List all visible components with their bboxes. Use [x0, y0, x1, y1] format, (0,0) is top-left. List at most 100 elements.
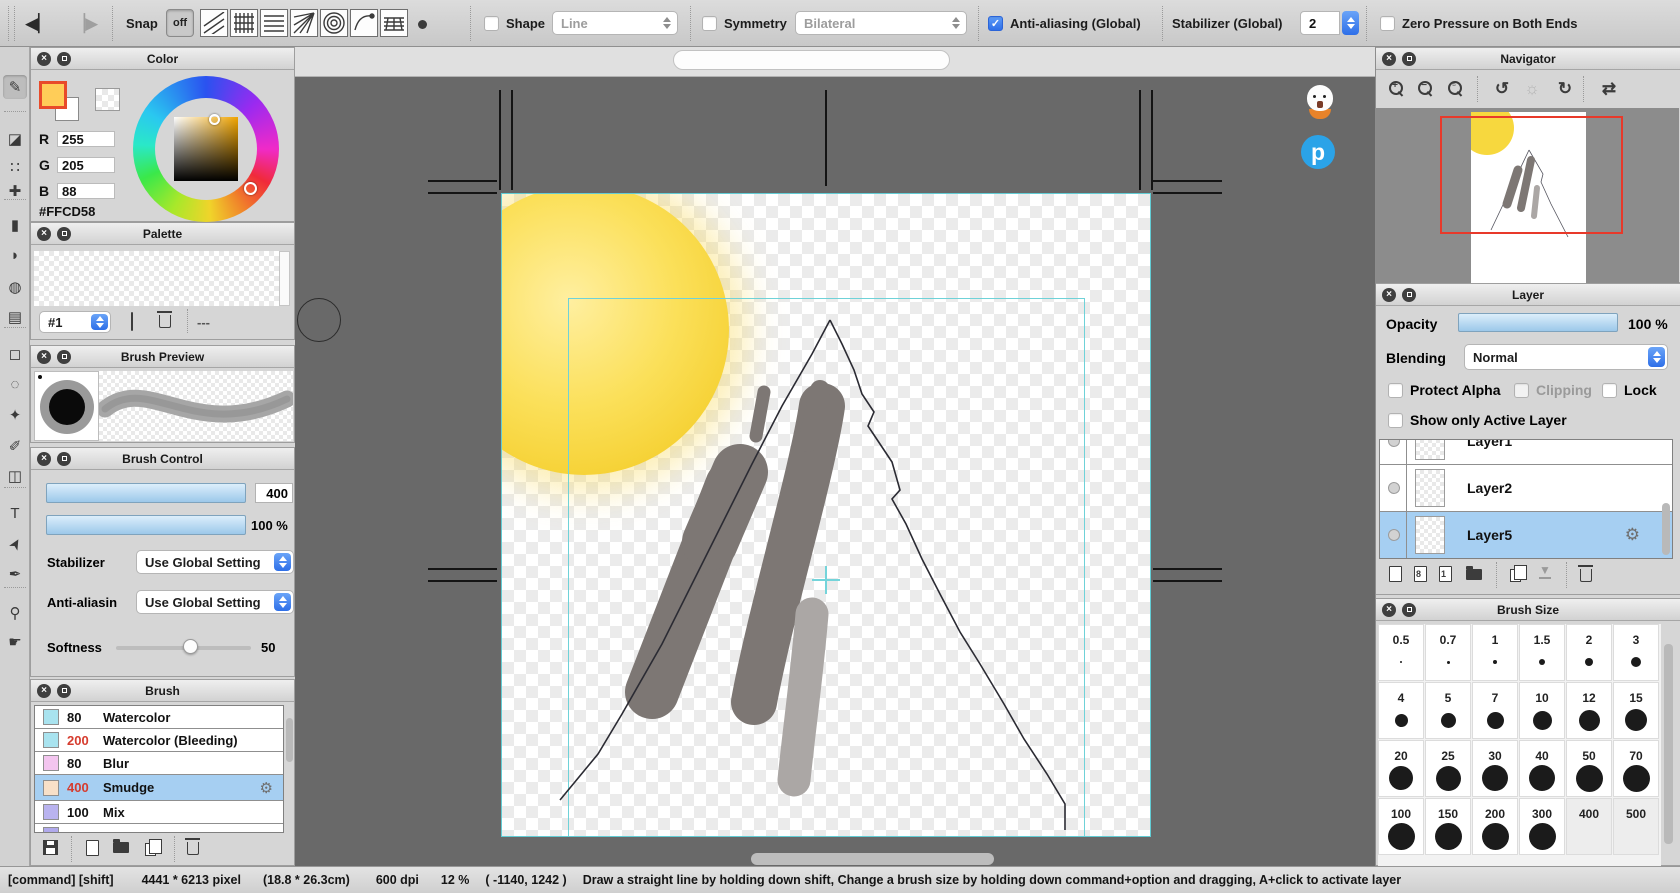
brush-size-cell-1[interactable]: 1 [1472, 624, 1518, 681]
layer-new-1bit-button[interactable] [1439, 566, 1452, 582]
g-value[interactable]: 205 [57, 157, 115, 173]
brush-size-cell-400[interactable]: 400 [1566, 798, 1612, 855]
redo-button[interactable]: ▕▶ [72, 0, 98, 47]
snap-cross-button[interactable] [230, 9, 258, 37]
layer-visibility-icon[interactable] [1388, 439, 1400, 447]
rotate-reset-icon[interactable]: ☼ [1519, 76, 1545, 102]
snap-vanishing-button[interactable] [290, 9, 318, 37]
brush-size-cell-200[interactable]: 200 [1472, 798, 1518, 855]
shape-checkbox[interactable]: Shape [484, 0, 545, 47]
snap-perspective-button[interactable] [380, 9, 408, 37]
palette-new-button[interactable] [131, 313, 133, 331]
palette-selector[interactable]: #1 [39, 311, 111, 333]
red-field[interactable]: R 255 [39, 131, 115, 147]
brush-size-cell-7[interactable]: 7 [1472, 682, 1518, 739]
r-value[interactable]: 255 [57, 131, 115, 147]
clipping-checkbox[interactable]: Clipping [1514, 382, 1592, 398]
layer-folder-button[interactable] [1466, 565, 1482, 580]
layer-visibility-icon[interactable] [1388, 529, 1400, 541]
brush-row-smudge[interactable]: 400Smudge⚙ [35, 775, 283, 801]
detach-icon[interactable] [57, 52, 71, 66]
alpaca-mascot-icon[interactable] [1305, 85, 1335, 119]
undo-button[interactable]: ◀▏ [25, 0, 51, 47]
symmetry-select[interactable]: Bilateral [795, 11, 967, 35]
brush-opacity-slider[interactable] [46, 515, 246, 535]
brush-size-cell-30[interactable]: 30 [1472, 740, 1518, 797]
brush-size-cell-20[interactable]: 20 [1378, 740, 1424, 797]
brush-size-cell-10[interactable]: 10 [1519, 682, 1565, 739]
rotate-cw-icon[interactable]: ↻ [1552, 76, 1578, 102]
canvas-bottom-scrollbar[interactable] [751, 853, 994, 865]
layer-visibility-icon[interactable] [1388, 482, 1400, 494]
canvas-document[interactable] [502, 194, 1150, 836]
brush-row-blur[interactable]: 80Blur [35, 752, 283, 775]
magic-wand-tool[interactable]: ✦ [3, 403, 27, 427]
brush-size-scrollbar[interactable] [1664, 644, 1673, 844]
antialias-checkbox[interactable]: ✓ Anti-aliasing (Global) [988, 0, 1141, 47]
layer-row-layer2[interactable]: Layer2 [1380, 465, 1672, 512]
snap-curve-button[interactable] [350, 9, 378, 37]
brush-duplicate-button[interactable] [145, 843, 156, 856]
layer-list-scrollbar[interactable] [1662, 503, 1670, 555]
select-move-tool[interactable]: ◫ [3, 464, 27, 488]
brush-size-value[interactable]: 400 [255, 483, 293, 503]
show-only-active-checkbox[interactable]: Show only Active Layer [1388, 412, 1567, 428]
navigator-viewport-rect[interactable] [1440, 116, 1623, 234]
scrollbar-thumb[interactable] [673, 50, 950, 70]
pixiv-logo-icon[interactable]: p [1301, 135, 1335, 169]
close-icon[interactable]: × [37, 452, 51, 466]
brush-folder-button[interactable] [113, 838, 129, 853]
saturation-value-box[interactable] [174, 117, 238, 181]
blue-field[interactable]: B 88 [39, 183, 115, 199]
green-field[interactable]: G 205 [39, 157, 115, 173]
detach-icon[interactable] [57, 684, 71, 698]
hue-handle[interactable] [244, 182, 257, 195]
hand-tool[interactable]: ☛ [3, 630, 27, 654]
fill-rect-tool[interactable]: ▮ [3, 213, 27, 237]
canvas-top-scrollbar[interactable] [295, 47, 1375, 77]
foreground-color-swatch[interactable] [39, 81, 67, 109]
zoom-in-icon[interactable]: + [1384, 76, 1410, 102]
snap-parallel-button[interactable] [200, 9, 228, 37]
select-rect-tool[interactable]: ◻ [3, 342, 27, 366]
layer-delete-button[interactable] [1580, 565, 1592, 582]
canvas-area[interactable]: p [295, 47, 1375, 866]
softness-slider-knob[interactable] [183, 639, 198, 654]
eyedropper-tool[interactable]: ⚲ [3, 601, 27, 625]
sv-handle[interactable] [209, 114, 220, 125]
detach-icon[interactable] [1402, 288, 1416, 302]
symmetry-checkbox[interactable]: Symmetry [702, 0, 787, 47]
brush-row-watercolor-bleeding-[interactable]: 200Watercolor (Bleeding) [35, 729, 283, 752]
detach-icon[interactable] [57, 227, 71, 241]
gear-icon[interactable]: ⚙ [1625, 525, 1640, 545]
b-value[interactable]: 88 [57, 183, 115, 199]
navigator-thumbnail[interactable] [1376, 108, 1679, 283]
brush-list-scrollbar[interactable] [286, 718, 293, 762]
close-icon[interactable]: × [37, 227, 51, 241]
brush-size-cell-0.7[interactable]: 0.7 [1425, 624, 1471, 681]
detach-icon[interactable] [57, 452, 71, 466]
snap-concentric-button[interactable] [320, 9, 348, 37]
brush-new-button[interactable] [86, 840, 99, 856]
brush-size-cell-12[interactable]: 12 [1566, 682, 1612, 739]
detach-icon[interactable] [1402, 603, 1416, 617]
flip-horizontal-icon[interactable]: ⇄ [1596, 76, 1622, 102]
layer-duplicate-button[interactable] [1510, 569, 1521, 582]
close-icon[interactable]: × [1382, 288, 1396, 302]
stabilizer-spinner[interactable]: 2 [1300, 11, 1359, 35]
close-icon[interactable]: × [37, 684, 51, 698]
brush-size-cell-25[interactable]: 25 [1425, 740, 1471, 797]
protect-alpha-checkbox[interactable]: Protect Alpha [1388, 382, 1501, 398]
brush-size-cell-0.5[interactable]: 0.5 [1378, 624, 1424, 681]
layer-row-layer5[interactable]: Layer5⚙ [1380, 512, 1672, 559]
smudge-tool[interactable]: ◗ [3, 243, 27, 267]
zoom-fit-icon[interactable]: ▫ [1443, 76, 1469, 102]
palette-delete-button[interactable] [159, 311, 171, 328]
brush-tool[interactable]: ✎ [3, 75, 27, 99]
brush-size-cell-15[interactable]: 15 [1613, 682, 1659, 739]
brush-row-watercolor[interactable]: 80Watercolor [35, 706, 283, 729]
select-pen-tool[interactable]: ✐ [3, 434, 27, 458]
brush-row-mix[interactable]: 100Mix [35, 801, 283, 824]
brush-size-cell-2[interactable]: 2 [1566, 624, 1612, 681]
transparent-color-swatch[interactable] [95, 88, 120, 111]
